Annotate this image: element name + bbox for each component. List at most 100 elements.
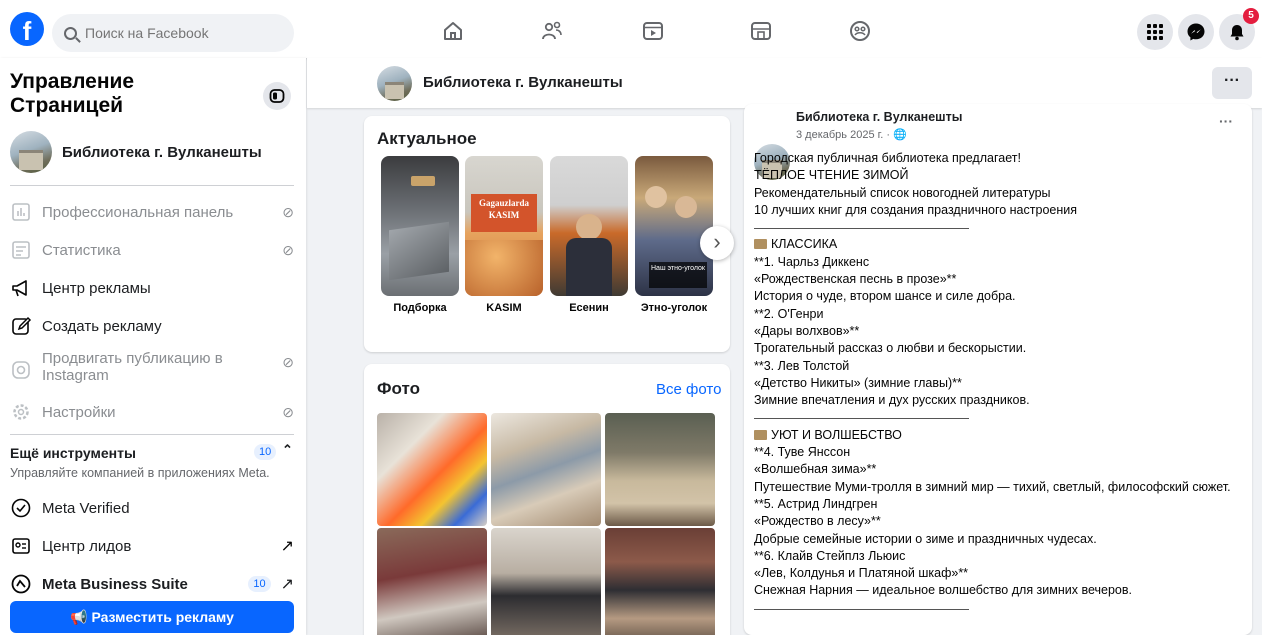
- highlights-title: Актуальное: [377, 129, 477, 148]
- all-photos-link[interactable]: Все фото: [656, 381, 721, 398]
- post-line: КЛАССИКА: [771, 237, 838, 252]
- notifications-badge: 5: [1243, 8, 1259, 24]
- globe-icon: 🌐: [893, 129, 907, 141]
- dashboard-icon: [12, 203, 30, 221]
- story-label: Есенин: [569, 302, 609, 314]
- video-icon[interactable]: [641, 19, 665, 43]
- promote-ad-label: Разместить рекламу: [91, 609, 234, 625]
- sidebar-item-label: Центр рекламы: [42, 279, 151, 297]
- verified-badge-icon: [11, 498, 31, 518]
- page-switcher-row[interactable]: Библиотека г. Вулканешты: [10, 131, 295, 173]
- page-header-avatar[interactable]: [377, 66, 412, 101]
- post-line: **5. Астрид Линдгрен: [754, 496, 878, 511]
- story-image-face: [576, 214, 602, 240]
- sidebar-item-professional-dashboard[interactable]: Профессиональная панель ⊘: [10, 200, 294, 224]
- post-line: Добрые семейные истории о зиме и праздни…: [754, 531, 1097, 546]
- collapse-chevron-icon[interactable]: ⌃: [282, 442, 293, 458]
- post-line: 10 лучших книг для создания праздничного…: [754, 202, 1077, 217]
- post-line: Зимние впечатления и дух русских праздни…: [754, 393, 1030, 408]
- post-line: История о чуде, втором шансе и силе добр…: [754, 289, 1016, 304]
- sidebar-item-label: Создать рекламу: [42, 317, 162, 335]
- more-tools-subtitle: Управляйте компанией в приложениях Meta.: [10, 466, 270, 480]
- post-line: «Дары волхвов»**: [754, 323, 860, 338]
- more-tools-title: Ещё инструменты: [10, 445, 136, 461]
- sidebar-item-settings[interactable]: Настройки ⊘: [10, 400, 294, 424]
- photo-thumbnail[interactable]: [377, 528, 487, 635]
- leads-icon: [12, 538, 30, 554]
- sidebar-item-meta-verified[interactable]: Meta Verified: [10, 496, 294, 520]
- friends-icon[interactable]: [540, 19, 564, 43]
- divider: [10, 185, 294, 186]
- story-overlay-text: Gagauzlarda KASIM: [471, 194, 537, 232]
- story-image-lamp: [411, 176, 435, 186]
- photo-thumbnail[interactable]: [491, 528, 601, 635]
- post-body: Городская публичная библиотека предлагае…: [754, 150, 1249, 617]
- story-image-leaves: [465, 240, 543, 296]
- story-thumbnail[interactable]: Наш этно-уголок: [635, 156, 713, 296]
- story-thumbnail[interactable]: [550, 156, 628, 296]
- post-line: **6. Клайв Стейплз Льюис: [754, 548, 906, 563]
- marketplace-icon[interactable]: [749, 19, 773, 43]
- sidebar-item-create-ad[interactable]: Создать рекламу: [10, 314, 294, 338]
- next-story-button[interactable]: ›: [700, 226, 734, 260]
- story-image-book: [389, 221, 449, 281]
- messenger-button[interactable]: [1178, 14, 1214, 50]
- unavailable-icon: ⊘: [282, 241, 294, 258]
- menu-grid-button[interactable]: [1137, 14, 1173, 50]
- facebook-logo-icon[interactable]: f: [10, 12, 44, 46]
- sidebar-item-label: Продвигать публикацию в Instagram: [42, 350, 223, 384]
- post-line: Путешествие Муми-тролля в зимний мир — т…: [754, 479, 1231, 494]
- story-thumbnail[interactable]: Gagauzlarda KASIM: [465, 156, 543, 296]
- external-link-icon: ↗: [280, 576, 294, 593]
- search-input[interactable]: [85, 25, 265, 41]
- post-date-text: 3 декабрь 2025 г. ·: [796, 129, 894, 141]
- search-box[interactable]: [52, 14, 294, 52]
- instagram-icon: [12, 361, 30, 379]
- post-line: Рекомендательный список новогодней литер…: [754, 185, 1051, 200]
- unavailable-icon: ⊘: [282, 354, 294, 370]
- groups-icon[interactable]: [848, 19, 872, 43]
- sidebar-item-label: Meta Verified: [42, 499, 130, 517]
- post-line: **2. О'Генри: [754, 306, 824, 321]
- sidebar-item-leads-center[interactable]: Центр лидов ↗: [10, 534, 294, 558]
- post-line: ТЁПЛОЕ ЧТЕНИЕ ЗИМОЙ: [754, 168, 909, 183]
- messenger-icon: [1187, 23, 1205, 41]
- photo-thumbnail[interactable]: [605, 528, 715, 635]
- chevron-right-icon: ›: [713, 229, 721, 254]
- sidebar-item-promote-instagram[interactable]: Продвигать публикацию в Instagram ⊘: [10, 350, 294, 390]
- story-image-face: [645, 186, 667, 208]
- post-line: **1. Чарльз Диккенс: [754, 254, 870, 269]
- notifications-button[interactable]: 5: [1219, 8, 1259, 50]
- page-management-sidebar: Управление Страницей Библиотека г. Вулка…: [0, 58, 306, 635]
- post-line: Городская публичная библиотека предлагае…: [754, 151, 1021, 165]
- statistics-icon: [12, 241, 30, 259]
- post-section-heading: КЛАССИКА: [754, 236, 1249, 253]
- search-icon: [64, 26, 77, 40]
- post-author-name[interactable]: Библиотека г. Вулканешты: [796, 110, 962, 124]
- page-options-button[interactable]: ···: [1212, 67, 1252, 99]
- page-header-name[interactable]: Библиотека г. Вулканешты: [423, 74, 623, 91]
- external-link-icon: ↗: [280, 538, 294, 555]
- story-thumbnail[interactable]: [381, 156, 459, 296]
- story-overlay-text: Наш этно-уголок: [649, 262, 707, 288]
- sidebar-item-ad-center[interactable]: Центр рекламы: [10, 276, 294, 300]
- post-separator: [754, 409, 1249, 426]
- sidebar-item-statistics[interactable]: Статистика ⊘: [10, 238, 294, 262]
- home-icon[interactable]: [441, 19, 465, 43]
- post-options-button[interactable]: ···: [1219, 113, 1233, 129]
- photo-thumbnail[interactable]: [377, 413, 487, 526]
- post-date[interactable]: 3 декабрь 2025 г. · 🌐: [796, 128, 907, 141]
- post-line: «Волшебная зима»**: [754, 462, 877, 477]
- photo-thumbnail[interactable]: [491, 413, 601, 526]
- post-line: УЮТ И ВОЛШЕБСТВО: [771, 427, 902, 442]
- more-tools-count-badge: 10: [254, 444, 277, 460]
- edit-icon: [12, 316, 32, 335]
- photo-thumbnail[interactable]: [605, 413, 715, 526]
- switch-profile-button[interactable]: [263, 82, 291, 110]
- post-section-heading: УЮТ И ВОЛШЕБСТВО: [754, 427, 1249, 444]
- post-line: Трогательный рассказ о любви и бескорыст…: [754, 341, 1027, 356]
- sidebar-item-meta-business-suite[interactable]: Meta Business Suite 10 ↗: [10, 572, 294, 596]
- gear-icon: [13, 404, 29, 420]
- unavailable-icon: ⊘: [282, 203, 294, 220]
- promote-ad-button[interactable]: 📢 Разместить рекламу: [10, 601, 294, 633]
